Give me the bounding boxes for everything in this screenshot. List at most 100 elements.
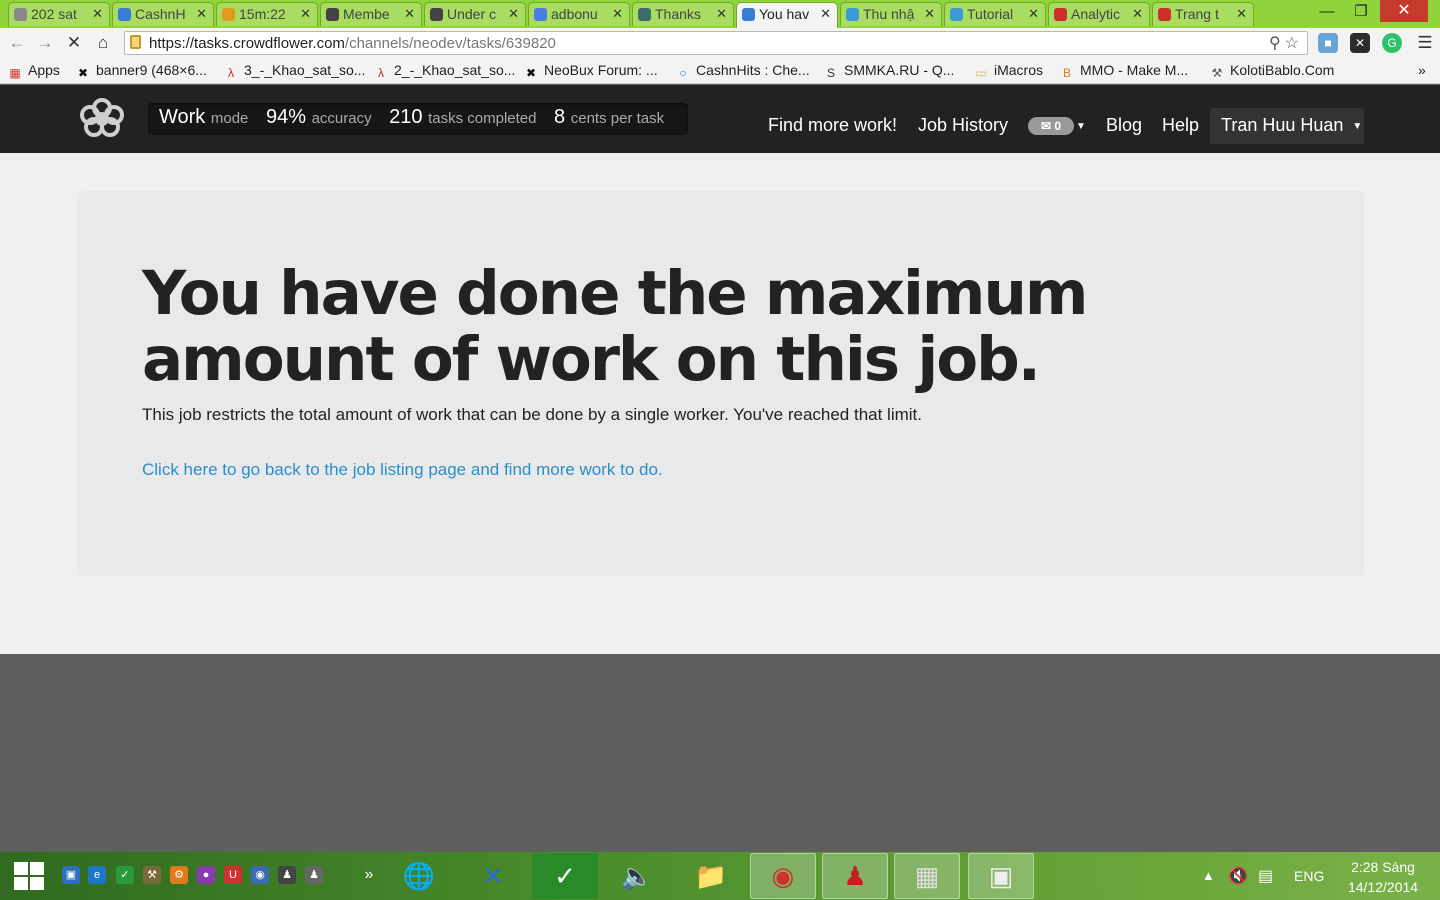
google-icon — [534, 8, 547, 21]
cents-value: 8 — [554, 106, 566, 128]
globe-icon — [14, 8, 27, 21]
browser-tab[interactable]: Thanks ✕ — [632, 2, 734, 26]
zoom-icon[interactable]: ⚲ — [1269, 35, 1285, 52]
browser-tab[interactable]: Under c ✕ — [424, 2, 526, 26]
bookmark-item[interactable]: ○ CashnHits : Che... — [676, 62, 809, 80]
extension-x-icon[interactable]: ✕ — [1350, 33, 1370, 53]
close-tab-icon[interactable]: ✕ — [924, 6, 935, 22]
neobux-icon — [430, 8, 443, 21]
browser-tab[interactable]: 15m:22 ✕ — [216, 2, 318, 26]
inbox-button[interactable]: ✉ 0 — [1028, 117, 1074, 135]
find-more-work-link[interactable]: Find more work! — [768, 115, 897, 136]
browser-tab[interactable]: 202 sat ✕ — [8, 2, 110, 26]
tab-title: You hav — [759, 6, 810, 22]
speaker-icon[interactable]: 🔈 — [604, 853, 670, 899]
media-icon[interactable]: ● — [197, 866, 215, 884]
gear-icon[interactable]: ⚙ — [170, 866, 188, 884]
accuracy-value: 94% — [265, 106, 306, 128]
browser-tab[interactable]: CashnH ✕ — [112, 2, 214, 26]
volume-muted-icon[interactable]: 🔇 — [1228, 866, 1248, 886]
extension-g-icon[interactable]: G — [1382, 33, 1402, 53]
close-tab-icon[interactable]: ✕ — [716, 6, 727, 22]
chrome-icon[interactable]: ◉ — [750, 853, 816, 899]
close-tab-icon[interactable]: ✕ — [1132, 6, 1143, 22]
users-icon[interactable]: ♟ — [278, 866, 296, 884]
close-tab-icon[interactable]: ✕ — [612, 6, 623, 22]
internet-download-manager-icon[interactable]: 🌐 — [386, 853, 452, 899]
minimize-button[interactable]: — — [1312, 0, 1342, 24]
bookmark-item[interactable]: ✖ NeoBux Forum: ... — [524, 62, 658, 80]
close-window-button[interactable]: ✕ — [1380, 0, 1428, 22]
help-link[interactable]: Help — [1162, 115, 1199, 136]
tray-expand-icon[interactable]: ▲ — [1202, 868, 1215, 883]
bookmark-item[interactable]: ▭ iMacros — [974, 62, 1043, 80]
browser-tab[interactable]: adbonu ✕ — [528, 2, 630, 26]
user-menu-button[interactable]: Tran Huu Huan ▼ — [1210, 108, 1364, 144]
bookmark-item[interactable]: ▦ Apps — [8, 62, 60, 80]
close-tab-icon[interactable]: ✕ — [196, 6, 207, 22]
tab-title: Thu nhậ — [863, 6, 915, 22]
xmind-icon[interactable]: ✕ — [460, 853, 526, 899]
folder-icon: ▭ — [975, 66, 987, 80]
crowdflower-icon — [638, 8, 651, 21]
bookmark-item[interactable]: S SMMKA.RU - Q... — [824, 62, 954, 80]
calculator-icon[interactable]: ▦ — [894, 853, 960, 899]
pickaxe-icon: ⚒ — [1211, 66, 1223, 80]
close-tab-icon[interactable]: ✕ — [1028, 6, 1039, 22]
menu-icon[interactable]: ☰ — [1414, 32, 1436, 54]
maximize-button[interactable]: ❐ — [1346, 0, 1376, 24]
app-icon[interactable]: ✓ — [116, 866, 134, 884]
network-tray-icon[interactable]: ▤ — [1258, 866, 1273, 886]
crowdflower-logo-icon[interactable] — [78, 97, 126, 137]
window-icon[interactable]: ▣ — [968, 853, 1034, 899]
network-icon[interactable]: ◉ — [251, 866, 269, 884]
app-red-icon[interactable]: ♟ — [822, 853, 888, 899]
address-bar[interactable]: https://tasks.crowdflower.com/channels/n… — [124, 31, 1308, 55]
close-tab-icon[interactable]: ✕ — [404, 6, 415, 22]
stop-button[interactable]: ✕ — [63, 32, 85, 54]
browser-tab[interactable]: You hav ✕ — [736, 2, 838, 28]
bitcoin-icon — [222, 8, 235, 21]
job-history-link[interactable]: Job History — [918, 115, 1008, 136]
system-clock[interactable]: 2:28 Sáng 14/12/2014 — [1338, 857, 1428, 897]
browser-tab[interactable]: Membe ✕ — [320, 2, 422, 26]
browser-tab[interactable]: Analytic ✕ — [1048, 2, 1150, 26]
browser-tab[interactable]: Trang t ✕ — [1152, 2, 1254, 26]
browser-tab[interactable]: Tutorial ✕ — [944, 2, 1046, 26]
tool-icon[interactable]: ⚒ — [143, 866, 161, 884]
bookmark-item[interactable]: λ 2_-_Khao_sat_so... — [374, 62, 515, 80]
bookmark-item[interactable]: ✖ banner9 (468×6... — [76, 62, 207, 80]
close-tab-icon[interactable]: ✕ — [820, 6, 831, 22]
chevron-down-icon[interactable]: ▼ — [1076, 121, 1086, 132]
extension-icon[interactable]: ■ — [1318, 33, 1338, 53]
internet-explorer-icon[interactable]: e — [88, 866, 106, 884]
forward-button[interactable]: → — [34, 32, 56, 54]
back-to-job-listing-link[interactable]: Click here to go back to the job listing… — [142, 460, 663, 480]
windows-start-button[interactable] — [14, 862, 46, 892]
bookmarks-overflow-button[interactable]: » — [1418, 62, 1426, 78]
person-icon[interactable]: ♟ — [305, 866, 323, 884]
loading-icon — [742, 8, 755, 21]
app-green-icon[interactable]: ✓ — [532, 853, 598, 899]
back-button[interactable]: ← — [6, 32, 28, 54]
close-tab-icon[interactable]: ✕ — [508, 6, 519, 22]
unikey-icon[interactable]: U — [224, 866, 242, 884]
url-text: https://tasks.crowdflower.com/channels/n… — [149, 35, 556, 52]
omnibox-icons: ⚲☆ — [1269, 33, 1303, 53]
bookmark-item[interactable]: ⚒ KolotiBablo.Com — [1210, 62, 1335, 80]
language-indicator[interactable]: ENG — [1294, 868, 1324, 884]
show-more-button[interactable]: » — [360, 866, 378, 884]
file-explorer-icon[interactable]: 📁 — [678, 853, 744, 899]
close-tab-icon[interactable]: ✕ — [300, 6, 311, 22]
home-button[interactable]: ⌂ — [92, 32, 114, 54]
desktop-icon[interactable]: ▣ — [62, 866, 80, 884]
blog-link[interactable]: Blog — [1106, 115, 1142, 136]
star-icon[interactable]: ☆ — [1285, 35, 1303, 52]
close-tab-icon[interactable]: ✕ — [1236, 6, 1247, 22]
close-tab-icon[interactable]: ✕ — [92, 6, 103, 22]
tab-strip: 202 sat ✕ CashnH ✕ 15m:22 ✕ Membe ✕ Under c ✕ adbo… — [0, 0, 1440, 28]
bookmark-item[interactable]: B MMO - Make M... — [1060, 62, 1188, 80]
browser-tab[interactable]: Thu nhậ ✕ — [840, 2, 942, 26]
bookmark-item[interactable]: λ 3_-_Khao_sat_so... — [224, 62, 365, 80]
clock-date: 14/12/2014 — [1347, 879, 1419, 895]
